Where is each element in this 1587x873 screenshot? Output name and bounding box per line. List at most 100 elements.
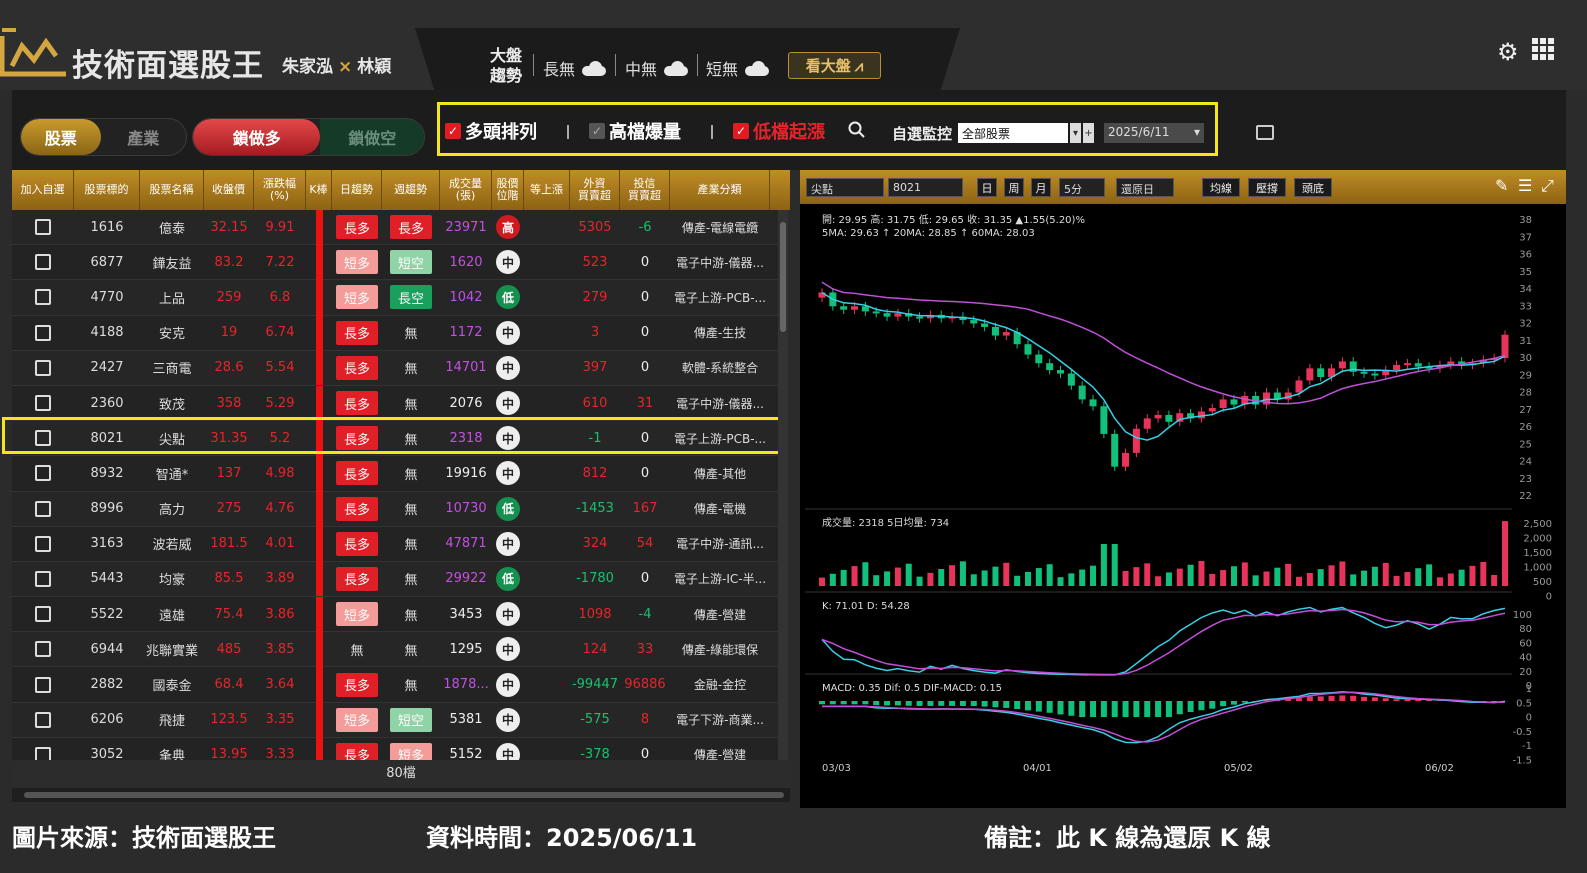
column-header[interactable]: 等上漲 [524,170,570,210]
tab-lock-short[interactable]: 鎖做空 [320,119,424,155]
column-header[interactable]: 產業分類 [670,170,770,210]
gear-icon[interactable]: ⚙ [1497,38,1519,66]
industry: 金融-金控 [693,678,747,693]
column-header[interactable]: 漲跌幅 (%) [254,170,306,210]
table-row[interactable]: 6877 鏵友益 83.2 7.22 短多 短空 1620 中 523 0 電子中游-儀器... [12,244,778,281]
column-header[interactable]: 投信 買賣超 [620,170,670,210]
interval-select[interactable]: 5分 [1059,178,1105,197]
table-row[interactable]: 2427 三商電 28.6 5.54 長多 無 14701 中 397 0 軟體-系統整合 [12,350,778,386]
column-header[interactable]: 成交量 (張) [440,170,492,210]
add-watch-checkbox[interactable] [35,711,51,728]
table-row[interactable]: 4188 安克 19 6.74 長多 無 1172 中 3 0 傳產-生技 [12,315,778,351]
candle [1002,332,1010,336]
add-watch-checkbox[interactable] [35,219,51,236]
volume-bar [981,570,988,586]
volume: 5152 [449,747,483,760]
volume-bar [1339,561,1346,586]
pressure-button[interactable]: 壓撐 [1248,178,1286,197]
table-settings-icon[interactable] [1256,125,1274,140]
table-row[interactable]: 6944 兆聯實業 485 3.85 無 無 1295 中 124 33 傳產-綠能環保 [12,631,778,668]
stock-code: 5443 [90,571,124,587]
period-week-button[interactable]: 周 [1004,178,1024,197]
watch-add-button[interactable]: + [1083,123,1094,143]
price-tick: 27 [1519,405,1532,416]
search-icon[interactable] [848,121,866,139]
expand-icon[interactable]: ⤢ [1541,176,1554,196]
close-price: 32.15 [210,219,248,235]
add-watch-checkbox[interactable] [35,289,51,306]
table-row[interactable]: 6206 飛捷 123.5 3.35 短多 短空 5381 中 -575 8 電子下游-商業... [12,702,778,738]
column-header[interactable]: 外資 買賣超 [570,170,620,210]
industry: 軟體-系統整合 [681,361,759,376]
footer-date: 資料時間：2025/06/11 [426,824,698,852]
table-row[interactable]: 1616 億泰 32.15 9.91 長多 長多 23971 高 5305 -6 傳產-電線電纜 [12,210,778,246]
tab-lock-long[interactable]: 鎖做多 [193,119,321,155]
kline-chart[interactable]: 38 37 36 35 34 33 32 31 30 29 28 27 26 25 24 23 22 2,500 2… [800,204,1566,808]
add-watch-checkbox[interactable] [35,500,51,517]
volume-bar [1100,544,1107,586]
stock-code: 2882 [90,677,124,693]
price-tick: 29 [1519,370,1532,381]
column-header[interactable]: K棒 [306,170,332,210]
head-bottom-button[interactable]: 頭底 [1294,178,1332,197]
column-header[interactable]: 股票標的 [74,170,140,210]
table-horizontal-scrollbar[interactable] [12,788,790,802]
volume-bar [959,561,966,586]
stock-name: 遠雄 [158,608,185,624]
apps-grid-icon[interactable] [1532,38,1554,60]
table-row[interactable]: 2360 致茂 358 5.29 長多 無 2076 中 610 31 電子中游-儀器... [12,385,778,422]
sliders-icon[interactable]: ☰ [1518,176,1532,195]
add-watch-checkbox[interactable] [35,395,51,412]
draw-icon[interactable]: ✎ [1495,176,1508,195]
direction-toggle[interactable]: 鎖做多 鎖做空 [192,118,425,156]
weekly-trend-badge: 長空 [390,285,432,310]
add-watch-checkbox[interactable] [35,324,51,341]
stock-code: 8932 [90,465,124,481]
add-watch-checkbox[interactable] [35,570,51,587]
add-watch-checkbox[interactable] [35,465,51,482]
macd-bar [873,701,880,706]
restore-select[interactable]: 還原日 [1116,178,1174,197]
table-row[interactable]: 3163 波若威 181.5 4.01 長多 無 47871 中 324 54 電子中游-通訊... [12,526,778,562]
add-watch-checkbox[interactable] [35,746,51,760]
date-select[interactable]: 2025/6/11 ▾ [1104,123,1204,143]
add-watch-checkbox[interactable] [35,676,51,693]
filter3-checkbox[interactable]: ✓ [733,123,749,139]
column-header[interactable]: 日趨勢 [332,170,382,210]
view-market-button[interactable]: 看大盤 ⩘ [788,52,881,79]
add-watch-checkbox[interactable] [35,606,51,623]
watch-select[interactable]: 全部股票 [958,123,1068,143]
add-watch-checkbox[interactable] [35,641,51,658]
change-pct: 7.22 [265,254,295,270]
add-watch-checkbox[interactable] [35,535,51,552]
table-row[interactable]: 8996 高力 275 4.76 長多 無 10730 低 -1453 167 傳產-電機 [12,491,778,527]
table-vertical-scrollbar[interactable] [778,210,788,760]
table-row[interactable]: 5443 均豪 85.5 3.89 長多 無 29922 低 -1780 0 電子上游-IC-半..… [12,561,778,598]
period-day-button[interactable]: 日 [977,178,997,197]
column-header[interactable]: 加入自選 [12,170,74,210]
chart-code-input[interactable]: 8021 [888,178,963,197]
ma-button[interactable]: 均線 [1202,178,1240,197]
table-row[interactable]: 8932 智通* 137 4.98 長多 無 19916 中 812 0 傳產-其他 [12,455,778,492]
table-row[interactable]: 5522 遠雄 75.4 3.86 短多 無 3453 中 1098 -4 傳產-營建 [12,596,778,633]
add-watch-checkbox[interactable] [35,254,51,271]
asset-type-toggle[interactable]: 股票 產業 [20,118,187,156]
table-row[interactable]: 4770 上品 259 6.8 短多 長空 1042 低 279 0 電子上游-PCB-... [12,279,778,316]
candle [894,313,902,317]
column-header[interactable]: 收盤價 [204,170,254,210]
add-watch-checkbox[interactable] [35,359,51,376]
filter1-checkbox[interactable]: ✓ [445,123,461,139]
watch-dropdown-button[interactable]: ▾ [1070,123,1081,143]
column-header[interactable]: 週趨勢 [382,170,440,210]
stock-name: 波若威 [152,538,192,554]
column-header[interactable]: 股票名稱 [140,170,204,210]
tab-industry[interactable]: 產業 [101,119,186,155]
column-header[interactable]: 股價 位階 [492,170,524,210]
table-row[interactable]: 3052 夆典 13.95 3.33 長多 短多 5152 中 -378 0 傳產-營建 [12,737,778,760]
period-month-button[interactable]: 月 [1031,178,1051,197]
table-row[interactable]: 2882 國泰金 68.4 3.64 長多 無 1878... 中 -99447 96886 金融-… [12,667,778,703]
foreign-net: 3 [590,325,600,341]
filter2-checkbox[interactable]: ✓ [589,123,605,139]
chart-mode-select[interactable]: 尖點 [806,178,884,197]
tab-stocks[interactable]: 股票 [21,119,101,155]
